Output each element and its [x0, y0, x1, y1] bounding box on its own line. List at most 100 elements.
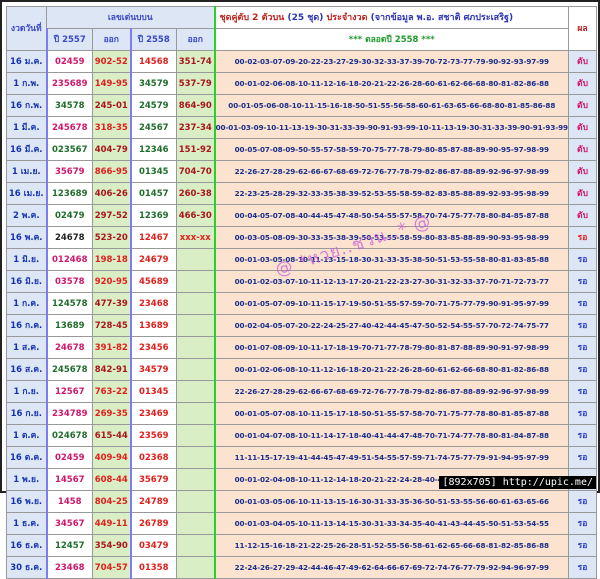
row-year1-result: 804-25: [92, 490, 132, 513]
row-date: 16 ม.ค.: [6, 50, 47, 73]
table-row: 16 ก.ย. 234789 269-35 23469 00-01-05-07-08-1…: [6, 402, 598, 425]
row-status: รอ: [568, 402, 598, 425]
row-year1-result: 866-95: [92, 160, 132, 183]
row-pair-numbers: 00-04-05-07-08-40-44-45-47-48-50-54-55-5…: [213, 204, 570, 227]
row-year1-result: 477-39: [92, 292, 132, 315]
row-year1-digits: 34567: [45, 512, 93, 535]
row-year1-result: 406-26: [92, 182, 132, 205]
row-status: รอ: [568, 358, 598, 381]
row-year1-digits: 02459: [45, 446, 93, 469]
table-row: 1 ก.ย. 12567 763-22 01345 22-26-27-28-29-62-…: [6, 380, 598, 403]
row-pair-numbers: 00-01-02-06-08-10-11-12-16-18-20-21-22-2…: [213, 358, 570, 381]
row-year2-digits: 34579: [129, 358, 177, 381]
row-status: รอ: [568, 512, 598, 535]
table-row: 16 ส.ค. 245678 842-91 34579 00-01-02-06-08-1…: [6, 358, 598, 381]
row-status: ตับ: [568, 182, 598, 205]
row-year1-digits: 245678: [45, 358, 93, 381]
row-year2-result: [175, 380, 216, 403]
row-year2-digits: 12467: [129, 226, 177, 249]
header-out1: ออก: [92, 28, 132, 51]
row-year1-result: 149-95: [92, 72, 132, 95]
row-year2-digits: 23569: [129, 424, 177, 447]
row-year1-result: 523-20: [92, 226, 132, 249]
table-row: 30 ธ.ค. 23468 704-57 01358 22-24-26-27-29-42…: [6, 556, 598, 579]
row-year1-digits: 024678: [45, 424, 93, 447]
row-year1-digits: 23468: [45, 556, 93, 579]
row-pair-numbers: 11-11-15-17-19-41-44-45-47-49-51-54-55-5…: [213, 446, 570, 469]
row-year2-digits: 14568: [129, 50, 177, 73]
table-row: 1 ต.ค. 024678 615-44 23569 00-01-04-07-08-10…: [6, 424, 598, 447]
row-year2-result: [175, 468, 216, 491]
row-status: รอ: [568, 556, 598, 579]
row-year2-result: 351-74: [175, 50, 216, 73]
row-date: 16 มี.ค.: [6, 138, 47, 161]
row-pair-numbers: 00-01-03-05-06-10-11-13-15-16-30-31-33-3…: [213, 490, 570, 513]
table-row: 1 มิ.ย. 012468 198-18 24679 00-01-03-05-08-1…: [6, 248, 598, 271]
row-date: 16 ต.ค.: [6, 446, 47, 469]
row-year2-result: 151-92: [175, 138, 216, 161]
row-year2-digits: 01345: [129, 380, 177, 403]
row-year1-result: 409-94: [92, 446, 132, 469]
row-year2-digits: 45689: [129, 270, 177, 293]
header-left-group: เลขเด่นบบน: [45, 6, 216, 29]
table-row: 16 ต.ค. 02459 409-94 02368 11-11-15-17-19-41…: [6, 446, 598, 469]
row-year2-digits: 03479: [129, 534, 177, 557]
row-year1-result: 297-52: [92, 204, 132, 227]
row-status: ตับ: [568, 204, 598, 227]
header-title-red1: ชุดคู่ตับ 2 ตัวบน: [219, 12, 285, 23]
header-out2: ออก: [175, 28, 216, 51]
row-status: ตับ: [568, 138, 598, 161]
row-date: 16 ก.ค.: [6, 314, 47, 337]
row-year2-result: 260-38: [175, 182, 216, 205]
row-pair-numbers: 00-01-02-03-07-10-11-12-13-17-20-21-22-2…: [213, 270, 570, 293]
row-year1-result: 269-35: [92, 402, 132, 425]
row-year2-digits: 24789: [129, 490, 177, 513]
row-year2-result: xxx-xx: [175, 226, 216, 249]
row-year1-result: 920-95: [92, 270, 132, 293]
row-status: รอ: [568, 446, 598, 469]
row-year1-digits: 13689: [45, 314, 93, 337]
row-status: รอ: [568, 336, 598, 359]
row-date: 1 ธ.ค.: [6, 512, 47, 535]
table-row: 16 พ.ย. 1458 804-25 24789 00-01-03-05-06-10-…: [6, 490, 598, 513]
row-date: 1 ก.ย.: [6, 380, 47, 403]
row-year1-digits: 245678: [45, 116, 93, 139]
table-row: 16 ก.พ. 34578 245-01 24579 864-90 00-01-05-06…: [6, 94, 598, 117]
table-row: 16 ก.ค. 13689 728-45 13689 00-02-04-05-07-20…: [6, 314, 598, 337]
row-status: รอ: [568, 248, 598, 271]
row-year1-digits: 12457: [45, 534, 93, 557]
row-year2-result: 237-34: [175, 116, 216, 139]
row-year2-digits: 01457: [129, 182, 177, 205]
row-date: 1 มี.ค.: [6, 116, 47, 139]
row-pair-numbers: 00-03-05-08-09-30-33-35-38-39-50-53-55-5…: [213, 226, 570, 249]
row-pair-numbers: 00-05-07-08-09-50-55-57-58-59-70-75-77-7…: [213, 138, 570, 161]
table-row: 1 มี.ค. 245678 318-35 24567 237-34 00-01-03-0…: [6, 116, 598, 139]
row-year2-digits: 34579: [129, 72, 177, 95]
row-date: 16 เม.ย.: [6, 182, 47, 205]
row-date: 16 ก.ย.: [6, 402, 47, 425]
row-status: ตับ: [568, 94, 598, 117]
row-year1-digits: 02479: [45, 204, 93, 227]
row-status: ตับ: [568, 72, 598, 95]
lottery-table: งวดวันที่ เลขเด่นบบน ชุดคู่ตับ 2 ตัวบน (…: [6, 6, 598, 579]
table-row: 16 มี.ค. 023567 404-79 12346 151-92 00-05-07-…: [6, 138, 598, 161]
table-row: 1 ส.ค. 24678 391-82 23456 00-01-07-08-09-10-…: [6, 336, 598, 359]
row-status: รอ: [568, 424, 598, 447]
row-year1-result: 704-57: [92, 556, 132, 579]
row-year1-digits: 012468: [45, 248, 93, 271]
table-row: 16 พ.ค. 24678 523-20 12467 xxx-xx 00-03-05-08…: [6, 226, 598, 249]
row-year1-result: 615-44: [92, 424, 132, 447]
row-pair-numbers: 00-01-07-08-09-10-11-17-18-19-70-71-77-7…: [213, 336, 570, 359]
header-title-blue: (25 ชุด): [284, 12, 327, 23]
row-year1-digits: 03578: [45, 270, 93, 293]
row-pair-numbers: 00-01-05-07-09-10-11-15-17-19-50-51-55-5…: [213, 292, 570, 315]
row-year2-result: [175, 358, 216, 381]
row-pair-numbers: 11-12-15-16-18-21-22-25-26-28-51-52-55-5…: [213, 534, 570, 557]
row-pair-numbers: 00-01-05-06-08-10-11-15-16-18-50-51-55-5…: [213, 94, 570, 117]
row-year2-result: [175, 490, 216, 513]
row-year2-result: 537-79: [175, 72, 216, 95]
row-year1-digits: 235689: [45, 72, 93, 95]
row-date: 1 ต.ค.: [6, 424, 47, 447]
credit-badge: [892x705] http://upic.me/: [439, 476, 596, 489]
row-year2-digits: 23468: [129, 292, 177, 315]
